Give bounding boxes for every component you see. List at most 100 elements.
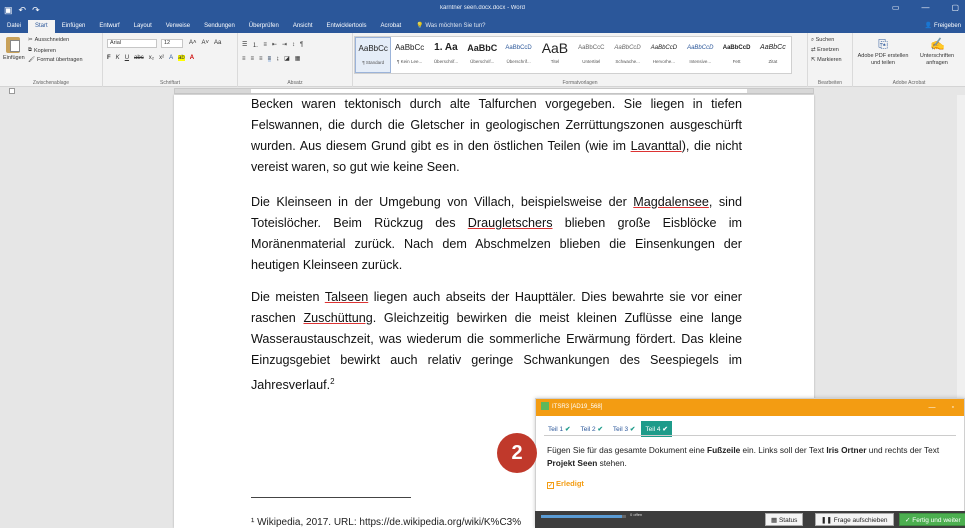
increase-indent-icon[interactable]: ⇥ (282, 41, 287, 48)
line-spacing-icon[interactable]: ↨ (276, 56, 279, 62)
finish-next-button[interactable]: ✓ Fertig und weiter (899, 513, 965, 526)
bullets-icon[interactable]: ☰ (242, 41, 247, 48)
style-standard[interactable]: AaBbCc ¶ Standard (355, 37, 392, 73)
tab-ueberpruefen[interactable]: Überprüfen (242, 20, 286, 33)
tab-einfuegen[interactable]: Einfügen (55, 20, 93, 33)
style-heading-2[interactable]: AaBbC Überschrif... (464, 37, 500, 73)
style-emphasis[interactable]: AaBbCcD Hervorhe... (646, 37, 682, 73)
pdf-icon: ⎘ (878, 37, 888, 51)
font-color-icon[interactable]: A (190, 55, 194, 61)
tab-datei[interactable]: Datei (0, 20, 28, 33)
shrink-font-icon[interactable]: A˅ (202, 40, 210, 46)
style-quote[interactable]: AaBbCc Zitat (755, 37, 791, 73)
maximize-icon[interactable]: ▢ (951, 3, 959, 12)
minimize-icon[interactable]: — (921, 3, 929, 12)
pilcrow-icon[interactable]: ¶ (300, 42, 303, 48)
font-size-select[interactable]: 12 (161, 39, 183, 48)
multilevel-list-icon[interactable]: ≡ (263, 42, 267, 48)
title-bar: ▣ ↶ ↷ kärntner seen.docx.docx - Word ▭ —… (0, 0, 965, 20)
tab-sendungen[interactable]: Sendungen (197, 20, 242, 33)
text-effects-icon[interactable]: A (169, 55, 173, 61)
share-button[interactable]: 👤 Freigeben (924, 20, 961, 33)
done-checkbox[interactable]: ✓ Erledigt (547, 479, 584, 489)
justify-icon[interactable]: ≡ (267, 55, 272, 62)
numbering-icon[interactable]: ⒈ (252, 40, 258, 49)
task-panel-titlebar[interactable]: ITSR3 [AD19_568] (536, 399, 964, 416)
cut-button[interactable]: ✂ Ausschneiden (28, 37, 69, 43)
lightbulb-icon: 💡 (416, 23, 426, 29)
find-button[interactable]: ⌕ Suchen (811, 37, 834, 44)
change-case-icon[interactable]: Aa (214, 40, 221, 46)
exam-status-bar: 0 offen ▦ Status ❚❚ Frage aufschieben ✓ … (535, 511, 965, 528)
paste-button[interactable]: Einfügen (3, 37, 25, 61)
grow-font-icon[interactable]: A˄ (189, 40, 197, 46)
font-name-select[interactable]: Arial (107, 39, 157, 48)
paragraph-group-label: Absatz (287, 80, 303, 86)
app-icon (541, 402, 549, 411)
font-group: Arial 12 A˄ A˅ Aa F K U abc x₂ x² A ab A… (103, 33, 238, 87)
style-strong[interactable]: AaBbCcD Fett (718, 37, 754, 73)
style-subtitle[interactable]: AaBbCcC Untertitel (573, 37, 609, 73)
style-heading-3[interactable]: AaBbCcD Überschrif... (500, 37, 536, 73)
request-signatures-button[interactable]: ✍ Unterschriften anfragen (913, 37, 961, 67)
tab-selector[interactable] (9, 88, 15, 94)
tab-entwicklertools[interactable]: Entwicklertools (320, 20, 374, 33)
tab-verweise[interactable]: Verweise (159, 20, 197, 33)
tab-entwurf[interactable]: Entwurf (92, 20, 126, 33)
paragraph-3[interactable]: Die meisten Talseen liegen auch abseits … (251, 287, 742, 396)
shading-icon[interactable]: ◪ (284, 55, 290, 62)
clipboard-group: Einfügen ✂ Ausschneiden ⧉ Kopieren 🖌 Format… (0, 33, 103, 87)
footnote-separator (251, 497, 411, 498)
replace-button[interactable]: ⇄ Ersetzen (811, 47, 839, 53)
style-heading-1[interactable]: 1. Aa Überschrif... (428, 37, 464, 73)
progress-bar (541, 515, 626, 518)
vertical-ruler (0, 95, 9, 528)
window-controls: ▭ — ▢ (892, 3, 959, 12)
tab-start[interactable]: Start (28, 20, 55, 33)
checkbox-checked-icon: ✓ (547, 482, 554, 489)
spelling-flag: Zuschüttung (303, 311, 373, 325)
borders-icon[interactable]: ▦ (295, 55, 301, 62)
style-intense-emphasis[interactable]: AaBbCcD Intensive... (682, 37, 718, 73)
highlight-icon[interactable]: ab (178, 55, 185, 61)
pause-icon: ❚❚ (821, 517, 834, 524)
align-right-icon[interactable]: ≡ (259, 56, 263, 62)
acrobat-group-label: Adobe Acrobat (892, 80, 926, 86)
tab-acrobat[interactable]: Acrobat (374, 20, 409, 33)
underline-icon[interactable]: U (125, 55, 129, 61)
bold-icon[interactable]: F (107, 55, 111, 61)
tab-ansicht[interactable]: Ansicht (286, 20, 320, 33)
select-button[interactable]: ⇱ Markieren (811, 57, 842, 63)
sort-icon[interactable]: ↕ (292, 42, 295, 48)
tab-layout[interactable]: Layout (127, 20, 159, 33)
tell-me-search[interactable]: 💡 Was möchten Sie tun? (408, 20, 493, 33)
subscript-icon[interactable]: x₂ (149, 55, 154, 61)
panel-minimize-icon[interactable]: — (929, 399, 936, 416)
align-left-icon[interactable]: ≡ (242, 56, 246, 62)
acrobat-group: ⎘ Adobe PDF erstellen und teilen ✍ Untersc… (853, 33, 965, 87)
ribbon-tab-bar: Datei Start Einfügen Entwurf Layout Verw… (0, 20, 965, 33)
styles-group-label: Formatvorlagen (562, 80, 598, 86)
italic-icon[interactable]: K (116, 55, 120, 61)
task-panel: ITSR3 [AD19_568] — ▫ Teil 1 ✔ Teil 2 ✔ T… (535, 398, 965, 528)
defer-question-button[interactable]: ❚❚ Frage aufschieben (815, 513, 894, 526)
copy-button[interactable]: ⧉ Kopieren (28, 47, 56, 54)
style-no-spacing[interactable]: AaBbCc ¶ Kein Lee... (391, 37, 427, 73)
paragraph-1[interactable]: Becken waren tektonisch durch alte Talfu… (251, 94, 742, 178)
document-title: kärntner seen.docx.docx - Word (440, 5, 525, 11)
status-button[interactable]: ▦ Status (765, 513, 804, 526)
panel-maximize-icon[interactable]: ▫ (952, 399, 954, 416)
strikethrough-icon[interactable]: abc (134, 55, 144, 61)
align-center-icon[interactable]: ≡ (251, 56, 255, 62)
superscript-icon[interactable]: x² (159, 55, 164, 61)
progress-fill (541, 515, 622, 518)
editing-group: ⌕ Suchen ⇄ Ersetzen ⇱ Markieren Bearbeit… (808, 33, 853, 87)
styles-gallery: AaBbCc ¶ Standard AaBbCc ¶ Kein Lee... 1. … (354, 36, 792, 74)
create-pdf-button[interactable]: ⎘ Adobe PDF erstellen und teilen (855, 37, 911, 67)
format-painter-button[interactable]: 🖌 Format übertragen (28, 57, 83, 63)
style-title[interactable]: AaB Titel (537, 37, 573, 73)
decrease-indent-icon[interactable]: ⇤ (272, 41, 277, 48)
ribbon-display-icon[interactable]: ▭ (892, 3, 900, 12)
paragraph-2[interactable]: Die Kleinseen in der Umgebung von Villac… (251, 192, 742, 276)
style-subtle-emphasis[interactable]: AaBbCcD Schwache... (609, 37, 645, 73)
